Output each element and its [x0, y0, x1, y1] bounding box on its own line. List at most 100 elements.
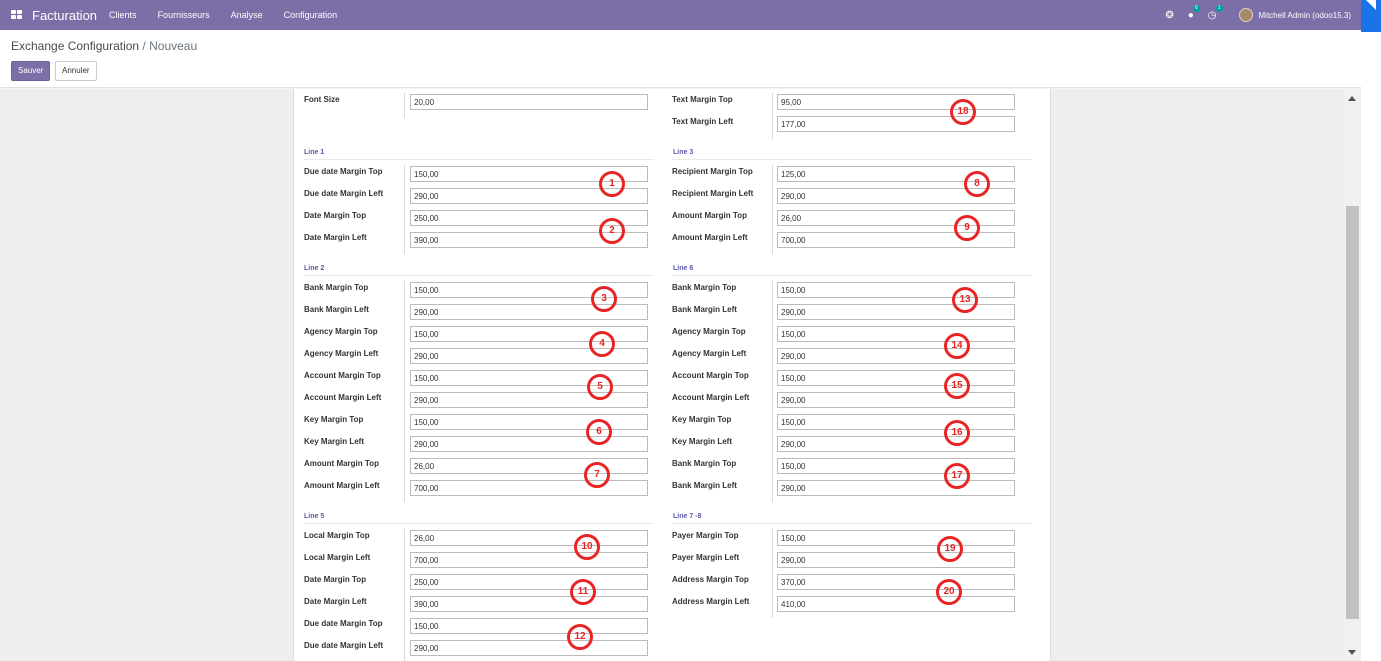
- annotation-marker: 11: [570, 579, 596, 605]
- field-separator: [772, 165, 773, 254]
- scroll-up-arrow-icon[interactable]: [1348, 96, 1356, 101]
- annotation-marker: 19: [937, 536, 963, 562]
- account-margin-left-input[interactable]: [410, 392, 648, 408]
- annotation-marker: 9: [954, 215, 980, 241]
- due-date-margin-left-input[interactable]: [410, 640, 648, 656]
- bank-margin-left-input-2[interactable]: [777, 480, 1015, 496]
- font-size-input[interactable]: [410, 94, 648, 110]
- address-margin-top-input[interactable]: [777, 574, 1015, 590]
- field-separator: [772, 281, 773, 502]
- group-title-line6: Line 6: [673, 265, 694, 272]
- annotation-marker: 20: [936, 579, 962, 605]
- text-margin-top-label: Text Margin Top: [672, 95, 733, 104]
- field-label: Bank Margin Left: [304, 305, 369, 314]
- save-button[interactable]: Sauver: [11, 61, 51, 81]
- breadcrumb-current: Nouveau: [149, 39, 198, 53]
- field-label: Bank Margin Top: [304, 283, 369, 292]
- menu-analyse[interactable]: Analyse: [231, 10, 263, 20]
- top-navbar: Facturation Clients Fournisseurs Analyse…: [0, 0, 1361, 30]
- group-title-line78: Line 7 -8: [673, 513, 702, 520]
- field-label: Date Margin Left: [304, 233, 367, 242]
- form-view: Font Size Text Margin Top Text Margin Le…: [0, 89, 1344, 661]
- amount-margin-top-input[interactable]: [410, 458, 648, 474]
- account-margin-top-input[interactable]: [777, 370, 1015, 386]
- field-label: Amount Margin Left: [672, 233, 748, 242]
- annotation-marker: 4: [589, 331, 615, 357]
- font-size-label: Font Size: [304, 95, 340, 104]
- group-divider: [672, 523, 1032, 524]
- menu-clients[interactable]: Clients: [109, 10, 137, 20]
- address-margin-left-input[interactable]: [777, 596, 1015, 612]
- agency-margin-top-input[interactable]: [777, 326, 1015, 342]
- field-label: Key Margin Left: [304, 437, 365, 446]
- field-label: Local Margin Left: [304, 553, 371, 562]
- payer-margin-top-input[interactable]: [777, 530, 1015, 546]
- field-label: Agency Margin Top: [304, 327, 378, 336]
- field-label: Bank Margin Left: [672, 305, 737, 314]
- field-label: Amount Margin Top: [672, 211, 747, 220]
- field-label: Address Margin Left: [672, 597, 750, 606]
- field-label: Date Margin Top: [304, 211, 367, 220]
- field-label: Key Margin Top: [304, 415, 364, 424]
- bank-margin-left-input[interactable]: [777, 304, 1015, 320]
- field-label: Account Margin Top: [304, 371, 381, 380]
- breadcrumb-parent[interactable]: Exchange Configuration: [11, 39, 139, 53]
- group-title-line2: Line 2: [304, 265, 325, 272]
- annotation-marker: 6: [586, 419, 612, 445]
- chat-icon[interactable]: ● 6: [1188, 4, 1200, 21]
- local-margin-top-input[interactable]: [410, 530, 648, 546]
- amount-margin-left-input[interactable]: [777, 232, 1015, 248]
- field-label: Amount Margin Top: [304, 459, 379, 468]
- right-edge-strip: [1361, 32, 1381, 661]
- user-avatar[interactable]: [1238, 8, 1253, 22]
- key-margin-left-input[interactable]: [777, 436, 1015, 452]
- activity-clock-icon[interactable]: ◷ 1: [1208, 4, 1223, 21]
- user-menu[interactable]: Mitchell Admin (odoo15.3): [1259, 11, 1352, 20]
- text-margin-top-input[interactable]: [777, 94, 1015, 110]
- annotation-marker: 7: [584, 462, 610, 488]
- scrollbar-thumb[interactable]: [1346, 206, 1359, 619]
- agency-margin-left-input[interactable]: [777, 348, 1015, 364]
- group-divider: [304, 275, 654, 276]
- discard-button[interactable]: Annuler: [55, 61, 97, 81]
- text-margin-left-input[interactable]: [777, 116, 1015, 132]
- key-margin-top-input[interactable]: [777, 414, 1015, 430]
- annotation-marker: 16: [944, 420, 970, 446]
- annotation-marker: 15: [944, 373, 970, 399]
- menu-fournisseurs[interactable]: Fournisseurs: [158, 10, 210, 20]
- local-margin-left-input[interactable]: [410, 552, 648, 568]
- annotation-marker: 13: [952, 287, 978, 313]
- vertical-scrollbar[interactable]: [1344, 89, 1361, 661]
- app-brand[interactable]: Facturation: [32, 8, 97, 23]
- field-label: Account Margin Left: [304, 393, 382, 402]
- field-separator: [772, 93, 773, 140]
- bank-margin-top-input[interactable]: [777, 282, 1015, 298]
- key-margin-left-input[interactable]: [410, 436, 648, 452]
- menu-configuration[interactable]: Configuration: [284, 10, 338, 20]
- date-margin-left-input[interactable]: [410, 596, 648, 612]
- payer-margin-left-input[interactable]: [777, 552, 1015, 568]
- annotation-marker: 10: [574, 534, 600, 560]
- annotation-marker: 1: [599, 171, 625, 197]
- amount-margin-left-input[interactable]: [410, 480, 648, 496]
- field-label: Due date Margin Left: [304, 641, 384, 650]
- annotation-marker: 18: [950, 99, 976, 125]
- form-sheet: Font Size Text Margin Top Text Margin Le…: [293, 89, 1051, 661]
- corner-widget[interactable]: [1361, 0, 1381, 32]
- key-margin-top-input[interactable]: [410, 414, 648, 430]
- field-label: Key Margin Top: [672, 415, 732, 424]
- activity-badge: 1: [1215, 4, 1223, 12]
- annotation-marker: 3: [591, 286, 617, 312]
- account-margin-left-input[interactable]: [777, 392, 1015, 408]
- annotation-marker: 5: [587, 374, 613, 400]
- scroll-down-arrow-icon[interactable]: [1348, 650, 1356, 655]
- bank-margin-top-input-2[interactable]: [777, 458, 1015, 474]
- group-title-line3: Line 3: [673, 149, 694, 156]
- bug-icon[interactable]: ❂: [1165, 10, 1173, 21]
- apps-menu-icon[interactable]: [11, 10, 22, 20]
- field-label: Agency Margin Left: [672, 349, 747, 358]
- field-label: Local Margin Top: [304, 531, 370, 540]
- due-date-margin-top-input[interactable]: [410, 618, 648, 634]
- field-label: Bank Margin Left: [672, 481, 737, 490]
- date-margin-top-input[interactable]: [410, 574, 648, 590]
